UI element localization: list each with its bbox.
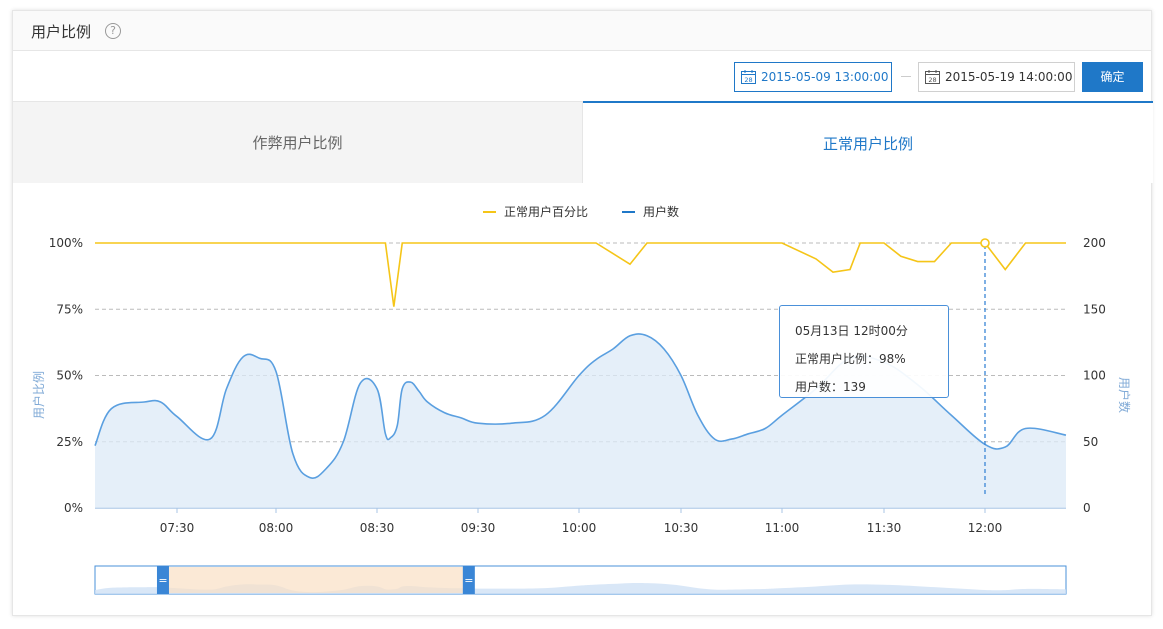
x-tick-label: 09:30 <box>461 521 496 535</box>
y-left-tick-label: 0% <box>64 501 83 515</box>
y-right-tick-label: 50 <box>1083 435 1098 449</box>
x-tick-label: 12:00 <box>968 521 1003 535</box>
y-left-axis-title: 用户比例 <box>31 371 46 419</box>
y-right-tick-label: 100 <box>1083 369 1106 383</box>
y-right-axis-title: 用户数 <box>1117 377 1132 413</box>
x-tick-label: 10:00 <box>562 521 597 535</box>
y-right-tick-label: 0 <box>1083 501 1091 515</box>
y-right-tick-label: 150 <box>1083 302 1106 316</box>
zoom-handle-grip: = <box>158 574 167 587</box>
tooltip-percent: 正常用户比例：98% <box>795 352 906 366</box>
y-right-tick-label: 200 <box>1083 236 1106 250</box>
y-left-tick-label: 25% <box>56 435 83 449</box>
zoom-handle-grip: = <box>464 574 473 587</box>
x-tick-label: 07:30 <box>160 521 195 535</box>
zoom-window <box>162 567 469 593</box>
x-tick-label: 08:30 <box>360 521 395 535</box>
y-left-tick-label: 75% <box>56 302 83 316</box>
user-ratio-chart: 0% 25% 50% 75% 100% 0 50 100 150 200 07:30 08:00 08:… <box>31 204 1132 595</box>
x-tick-label: 10:30 <box>664 521 699 535</box>
tooltip-users: 用户数：139 <box>795 380 866 394</box>
legend-label: 正常用户百分比 <box>504 204 588 219</box>
legend-label: 用户数 <box>643 204 679 219</box>
y-left-tick-label: 100% <box>49 236 83 250</box>
x-tick-label: 11:30 <box>867 521 902 535</box>
tooltip-title: 05月13日 12时00分 <box>795 324 908 338</box>
y-left-tick-label: 50% <box>56 369 83 383</box>
highlight-point <box>980 238 990 248</box>
percent-line <box>95 242 1066 307</box>
x-tick-label: 11:00 <box>765 521 800 535</box>
chart-tooltip: 05月13日 12时00分 正常用户比例：98% 用户数：139 <box>779 305 949 398</box>
x-tick-label: 08:00 <box>259 521 294 535</box>
